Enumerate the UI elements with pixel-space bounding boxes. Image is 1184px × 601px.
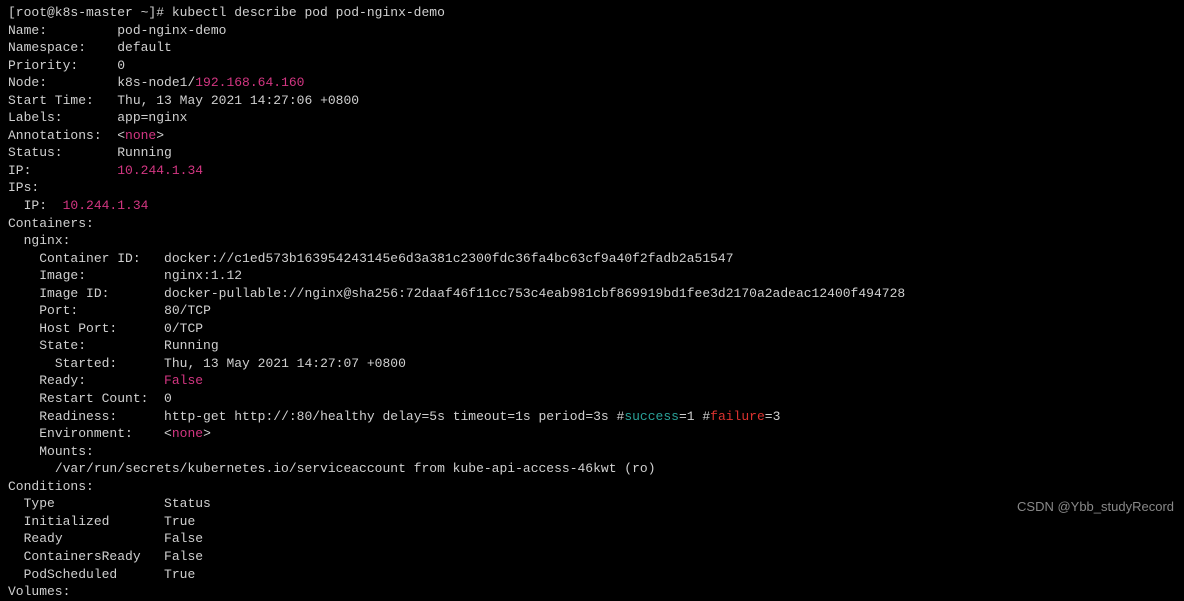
field-ips-ip: IP: 10.244.1.34 xyxy=(8,197,1176,215)
field-labels: Labels: app=nginx xyxy=(8,109,1176,127)
field-ip: IP: 10.244.1.34 xyxy=(8,162,1176,180)
field-state: State: Running xyxy=(8,337,1176,355)
node-ip: 192.168.64.160 xyxy=(195,75,304,90)
conditions-header: Type Status xyxy=(8,495,1176,513)
terminal-output: [root@k8s-master ~]# kubectl describe po… xyxy=(8,4,1176,601)
field-host-port: Host Port: 0/TCP xyxy=(8,320,1176,338)
field-namespace: Namespace: default xyxy=(8,39,1176,57)
prompt-line[interactable]: [root@k8s-master ~]# kubectl describe po… xyxy=(8,4,1176,22)
condition-containers-ready: ContainersReady False xyxy=(8,548,1176,566)
field-status: Status: Running xyxy=(8,144,1176,162)
mounts-path: /var/run/secrets/kubernetes.io/serviceac… xyxy=(8,460,1176,478)
field-ready: Ready: False xyxy=(8,372,1176,390)
field-image: Image: nginx:1.12 xyxy=(8,267,1176,285)
field-volumes: Volumes: xyxy=(8,583,1176,601)
watermark: CSDN @Ybb_studyRecord xyxy=(1017,498,1174,516)
field-annotations: Annotations: <none> xyxy=(8,127,1176,145)
field-environment: Environment: <none> xyxy=(8,425,1176,443)
field-container-id: Container ID: docker://c1ed573b163954243… xyxy=(8,250,1176,268)
field-started: Started: Thu, 13 May 2021 14:27:07 +0800 xyxy=(8,355,1176,373)
field-node: Node: k8s-node1/192.168.64.160 xyxy=(8,74,1176,92)
field-name: Name: pod-nginx-demo xyxy=(8,22,1176,40)
field-conditions: Conditions: xyxy=(8,478,1176,496)
field-image-id: Image ID: docker-pullable://nginx@sha256… xyxy=(8,285,1176,303)
shell-prompt: [root@k8s-master ~]# xyxy=(8,5,172,20)
condition-ready: Ready False xyxy=(8,530,1176,548)
field-port: Port: 80/TCP xyxy=(8,302,1176,320)
pod-ip: 10.244.1.34 xyxy=(117,163,203,178)
field-containers: Containers: xyxy=(8,215,1176,233)
field-mounts: Mounts: xyxy=(8,443,1176,461)
field-start-time: Start Time: Thu, 13 May 2021 14:27:06 +0… xyxy=(8,92,1176,110)
field-restart-count: Restart Count: 0 xyxy=(8,390,1176,408)
field-readiness: Readiness: http-get http://:80/healthy d… xyxy=(8,408,1176,426)
command-text: kubectl describe pod pod-nginx-demo xyxy=(172,5,445,20)
container-name: nginx: xyxy=(8,232,1176,250)
condition-pod-scheduled: PodScheduled True xyxy=(8,566,1176,584)
field-priority: Priority: 0 xyxy=(8,57,1176,75)
field-ips: IPs: xyxy=(8,179,1176,197)
